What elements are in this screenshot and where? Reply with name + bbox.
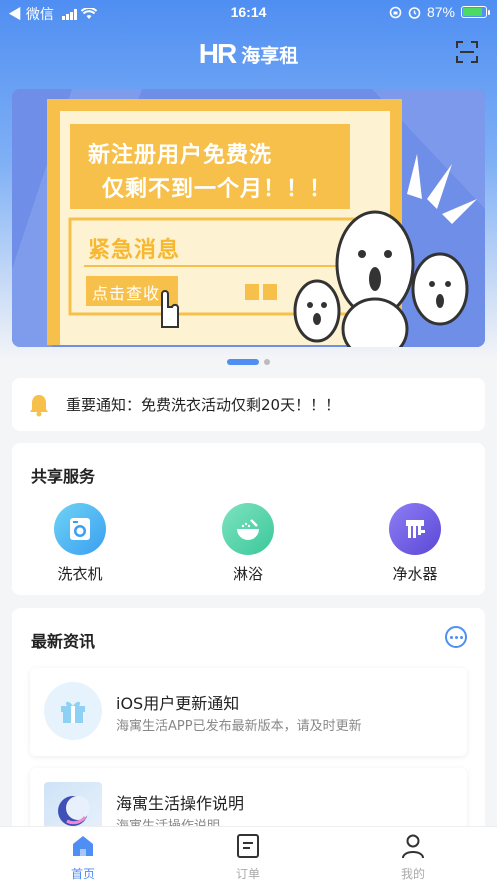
banner-pagination <box>0 359 497 365</box>
battery-percent: 87% <box>426 4 455 20</box>
pagination-dot[interactable] <box>264 359 270 365</box>
order-icon <box>237 834 259 858</box>
app-header: HR 海享租 <box>0 32 497 76</box>
news-title: iOS用户更新通知 <box>116 694 240 713</box>
logo-mark: HR <box>198 38 237 69</box>
service-label: 净水器 <box>392 565 438 583</box>
tab-profile[interactable]: 我的 <box>373 833 453 882</box>
gift-icon <box>44 682 102 740</box>
tab-orders[interactable]: 订单 <box>208 833 288 882</box>
tab-label: 首页 <box>70 867 95 881</box>
news-item[interactable]: iOS用户更新通知 海寓生活APP已发布最新版本，请及时更新 <box>30 668 467 756</box>
more-icon <box>449 635 453 639</box>
status-bar: ◀ 微信 16:14 87% <box>0 0 497 26</box>
banner-cta[interactable]: 点击查收 <box>92 280 160 304</box>
app-name: 海享租 <box>241 44 299 67</box>
tab-label: 订单 <box>235 867 260 881</box>
more-button[interactable] <box>445 626 467 648</box>
service-water-purifier[interactable]: 净水器 <box>370 503 460 584</box>
notice-text: 重要通知：免费洗衣活动仅剩20天！！！ <box>66 396 341 414</box>
battery-icon <box>461 6 490 18</box>
app-logo: HR 海享租 <box>0 38 497 70</box>
notice-bar[interactable]: 重要通知：免费洗衣活动仅剩20天！！！ <box>12 378 485 431</box>
shower-icon <box>222 503 274 555</box>
service-washing-machine[interactable]: 洗衣机 <box>35 503 125 584</box>
banner-illustration <box>12 89 485 347</box>
bottom-tab-bar: 首页 订单 我的 <box>0 826 497 883</box>
promo-banner[interactable]: 新注册用户免费洗 仅剩不到一个月！！！ 紧急消息 点击查收 <box>12 89 485 347</box>
service-label: 淋浴 <box>232 565 263 583</box>
service-shower[interactable]: 淋浴 <box>203 503 293 584</box>
bell-icon <box>30 394 48 416</box>
banner-headline-1: 新注册用户免费洗 <box>88 143 273 168</box>
scan-icon <box>456 41 478 63</box>
tab-home[interactable]: 首页 <box>43 833 123 882</box>
home-icon <box>73 836 93 856</box>
scan-button[interactable] <box>455 40 479 64</box>
water-purifier-icon <box>389 503 441 555</box>
shared-services-section: 共享服务 洗衣机 淋浴 净水器 <box>12 443 485 595</box>
banner-urgent-title: 紧急消息 <box>88 238 181 263</box>
banner-headline-2: 仅剩不到一个月！！！ <box>102 177 333 202</box>
service-label: 洗衣机 <box>57 565 103 583</box>
news-title: 海寓生活操作说明 <box>116 794 245 813</box>
washing-machine-icon <box>54 503 106 555</box>
news-subtitle: 海寓生活APP已发布最新版本，请及时更新 <box>116 719 362 734</box>
rotation-lock-icon <box>389 6 402 18</box>
tab-label: 我的 <box>400 867 425 881</box>
alarm-icon <box>408 6 421 19</box>
pagination-dot-active[interactable] <box>227 359 259 365</box>
section-title: 共享服务 <box>31 467 96 486</box>
section-title: 最新资讯 <box>31 632 96 651</box>
user-icon <box>402 834 424 859</box>
